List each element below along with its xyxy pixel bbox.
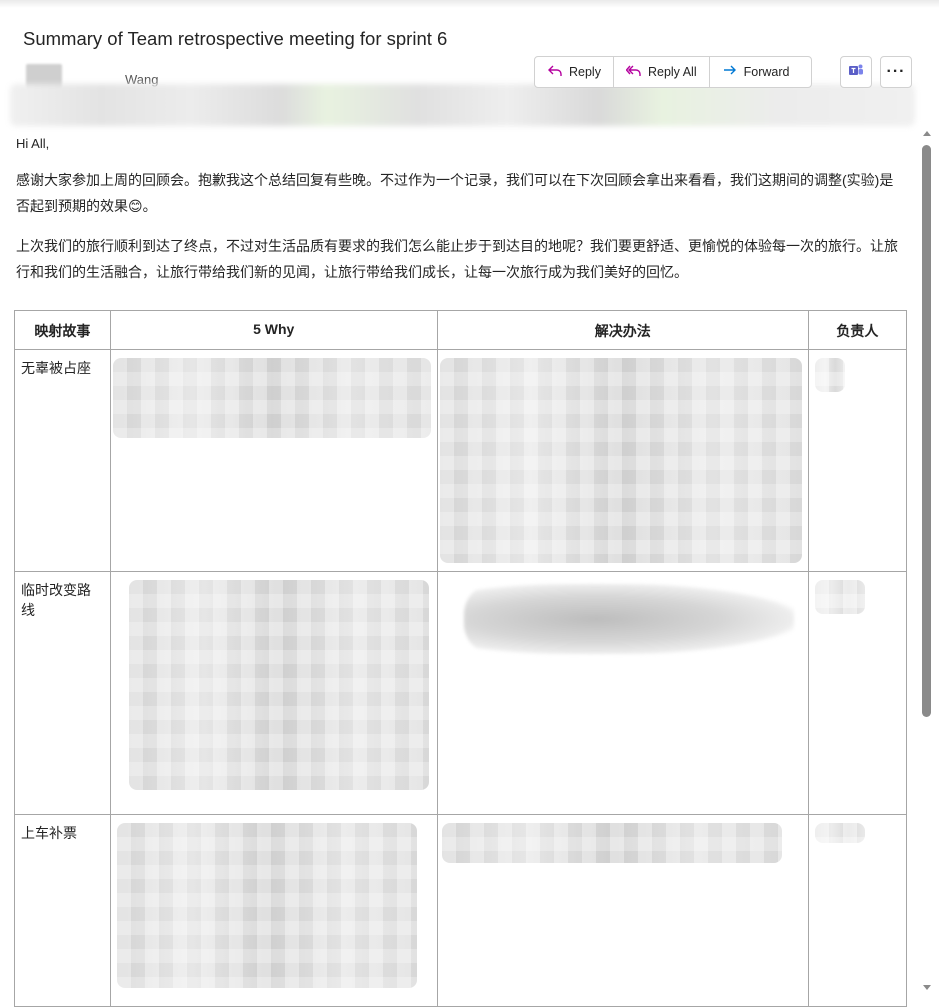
retro-table: 映射故事 5 Why 解决办法 负责人 无辜被占座 临时改变路线 上车补票 — [14, 310, 908, 1007]
redacted-content — [441, 823, 782, 863]
story-cell: 无辜被占座 — [14, 349, 111, 572]
scrollbar-thumb[interactable] — [922, 145, 931, 717]
story-cell: 上车补票 — [14, 814, 111, 1007]
owner-cell — [807, 349, 908, 572]
body-paragraph-1: 感谢大家参加上周的回顾会。抱歉我这个总结回复有些晚。不过作为一个记录，我们可以在… — [16, 172, 894, 214]
redacted-recipients — [10, 84, 915, 126]
scroll-up-arrow-icon[interactable] — [923, 131, 931, 136]
owner-cell — [807, 814, 908, 1007]
email-subject: Summary of Team retrospective meeting fo… — [23, 28, 448, 49]
redacted-content — [814, 358, 845, 392]
more-icon: ··· — [886, 63, 906, 80]
solution-cell — [436, 571, 809, 815]
owner-cell — [807, 571, 908, 815]
why-cell — [109, 571, 438, 815]
more-options-button[interactable]: ··· — [880, 56, 912, 88]
header-owner: 负责人 — [807, 310, 908, 350]
solution-cell — [436, 814, 809, 1007]
reply-label: Reply — [569, 65, 601, 79]
window-top-edge — [0, 0, 939, 8]
teams-icon — [848, 62, 864, 83]
reply-icon — [547, 63, 563, 82]
redacted-content — [463, 584, 794, 654]
redacted-content — [814, 823, 865, 843]
table-row: 上车补票 — [14, 814, 908, 1007]
forward-icon — [722, 63, 738, 82]
redacted-content — [112, 358, 431, 438]
redacted-content — [814, 580, 865, 614]
story-cell: 临时改变路线 — [14, 571, 111, 815]
why-cell — [109, 349, 438, 572]
redacted-content — [128, 580, 429, 790]
reply-all-icon — [625, 63, 642, 82]
reply-all-button[interactable]: Reply All — [614, 57, 710, 87]
solution-cell — [436, 349, 809, 572]
message-actions: Reply Reply All Forward — [534, 56, 813, 88]
greeting: Hi All, — [16, 136, 50, 151]
table-row: 无辜被占座 — [14, 349, 908, 572]
table-header-row: 映射故事 5 Why 解决办法 负责人 — [14, 310, 908, 350]
redacted-content — [439, 358, 802, 563]
scroll-down-arrow-icon[interactable] — [923, 985, 931, 990]
forward-button[interactable]: Forward — [710, 57, 812, 87]
redacted-content — [116, 823, 417, 988]
teams-share-button[interactable] — [840, 56, 872, 88]
header-solution: 解决办法 — [436, 310, 809, 350]
body-paragraph-2: 上次我们的旅行顺利到达了终点，不过对生活品质有要求的我们怎么能止步于到达目的地呢… — [16, 238, 898, 280]
header-5-why: 5 Why — [109, 310, 438, 350]
forward-label: Forward — [743, 65, 790, 79]
table-row: 临时改变路线 — [14, 571, 908, 815]
reply-button[interactable]: Reply — [535, 57, 614, 87]
reply-all-label: Reply All — [647, 65, 697, 79]
header-story: 映射故事 — [14, 310, 111, 350]
why-cell — [109, 814, 438, 1007]
